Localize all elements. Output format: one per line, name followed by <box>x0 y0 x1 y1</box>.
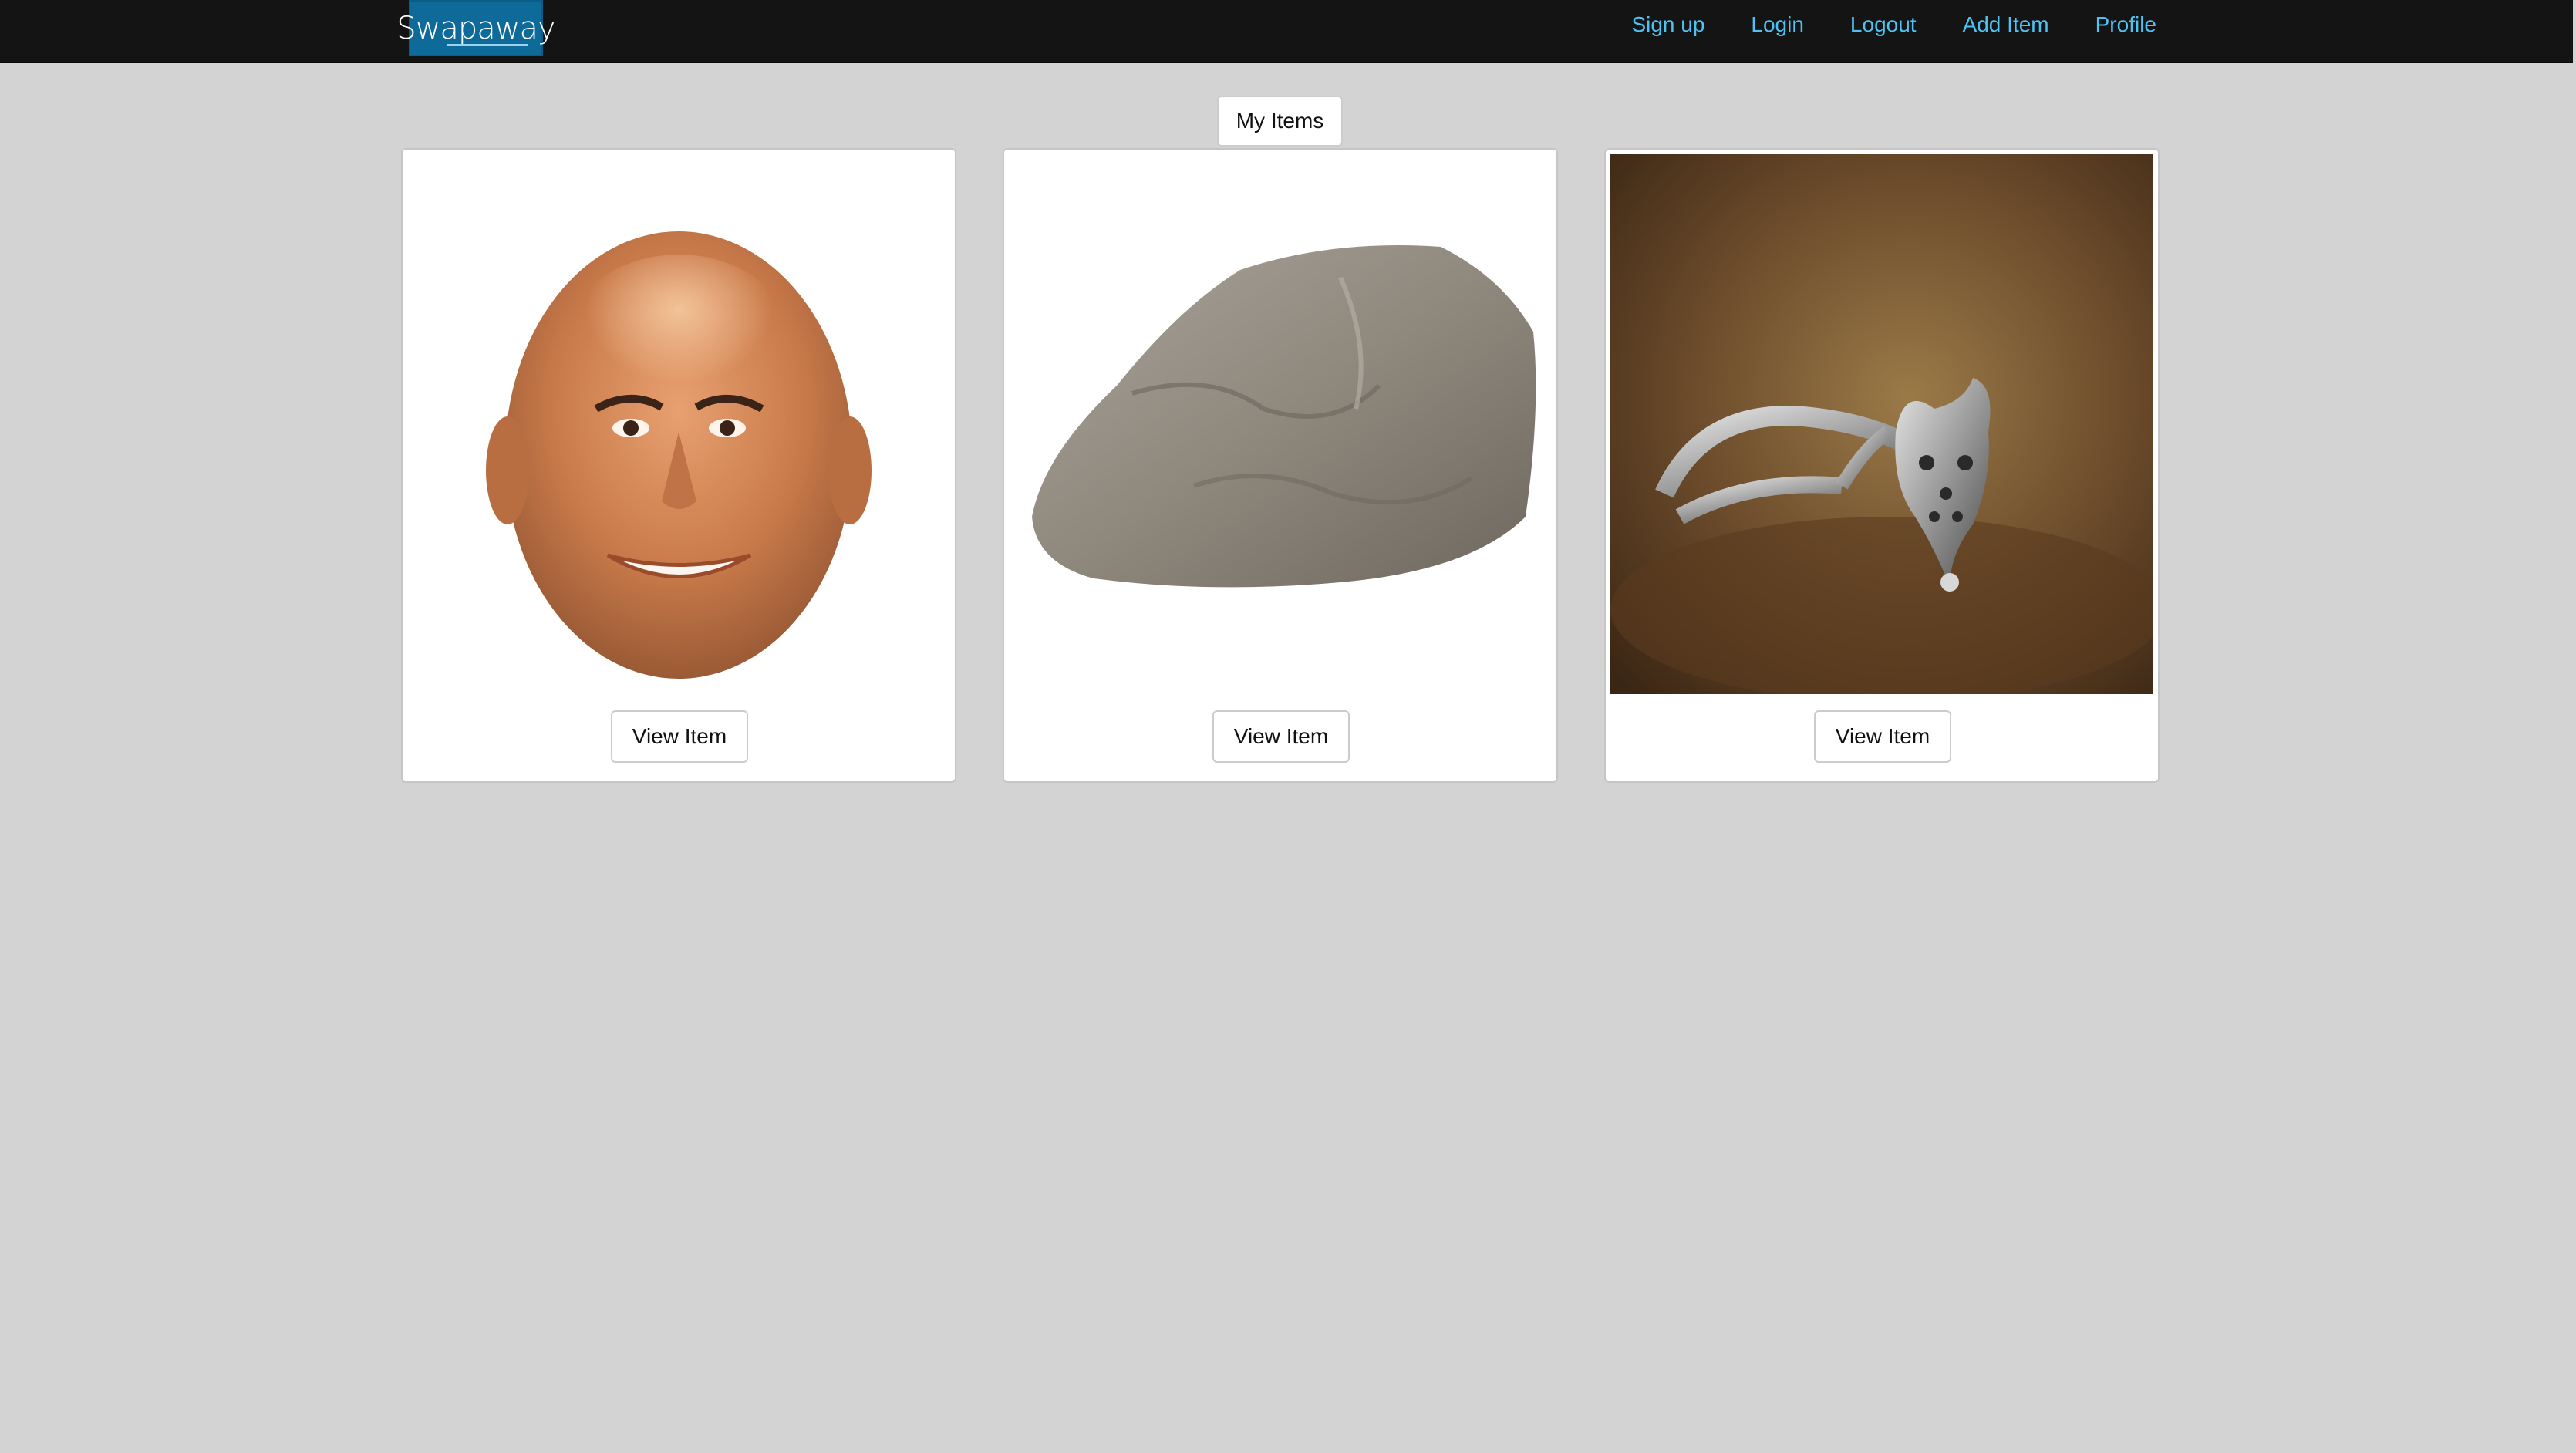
item-image-fox-ring[interactable] <box>1610 154 2153 694</box>
nav-link-logout[interactable]: Logout <box>1850 9 1917 40</box>
item-card: View Item <box>1003 148 1558 783</box>
nav-link-login[interactable]: Login <box>1751 9 1804 40</box>
view-item-button[interactable]: View Item <box>611 710 748 763</box>
nav-links: Sign up Login Logout Add Item Profile <box>1585 9 2156 40</box>
navbar: Swapaway Sign up Login Logout Add Item P… <box>0 0 2573 63</box>
item-card: View Item <box>1604 148 2160 783</box>
logo-swoosh <box>447 44 528 46</box>
nav-link-signup[interactable]: Sign up <box>1631 9 1704 40</box>
swapaway-logo[interactable]: Swapaway <box>396 0 556 56</box>
item-image-rock[interactable] <box>1009 154 1552 694</box>
view-item-button[interactable]: View Item <box>1212 710 1350 763</box>
item-image-face[interactable] <box>407 154 950 694</box>
nav-link-add-item[interactable]: Add Item <box>1963 9 2049 40</box>
logo-text: Swapaway <box>396 10 555 46</box>
view-item-button[interactable]: View Item <box>1814 710 1951 763</box>
nav-link-profile[interactable]: Profile <box>2096 9 2156 40</box>
my-items-button[interactable]: My Items <box>1217 96 1343 147</box>
item-card: View Item <box>401 148 956 783</box>
